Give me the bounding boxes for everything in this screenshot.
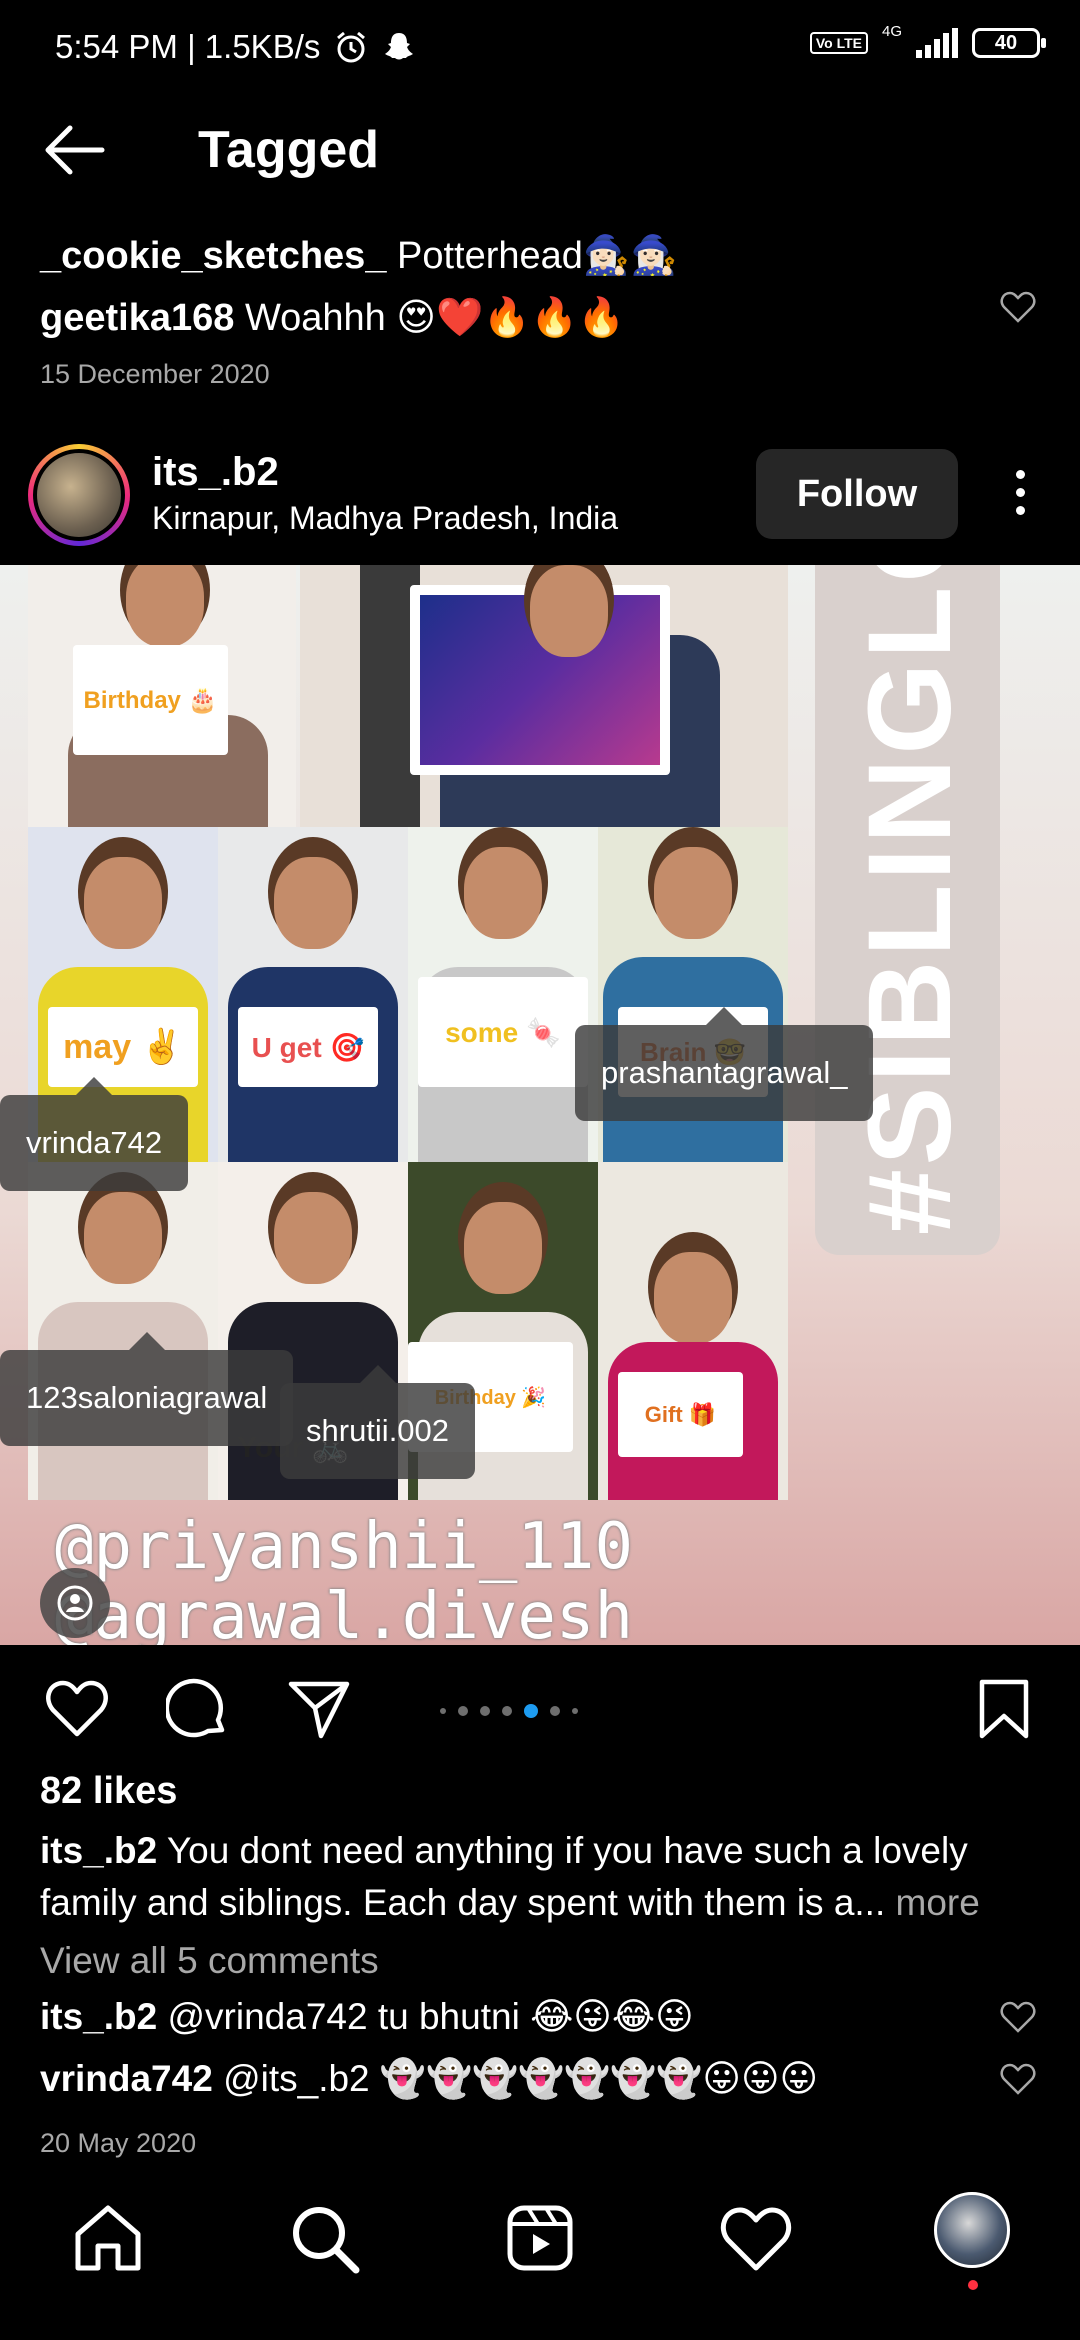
comment-icon[interactable] bbox=[166, 1678, 230, 1740]
reels-icon[interactable] bbox=[500, 2198, 580, 2278]
carousel-indicator bbox=[440, 1704, 578, 1718]
status-left: 5:54 PM | 1.5KB/s bbox=[55, 28, 416, 66]
collage-tile bbox=[28, 1162, 218, 1500]
collage-tile: U get 🎯 bbox=[218, 827, 408, 1162]
heart-icon[interactable] bbox=[45, 1678, 109, 1740]
collage-tile bbox=[300, 565, 788, 827]
tag-user-icon[interactable] bbox=[40, 1568, 110, 1638]
top-app-bar: Tagged bbox=[0, 110, 1080, 194]
comment-username[interactable]: vrinda742 bbox=[40, 2058, 213, 2099]
status-bar: 5:54 PM | 1.5KB/s Vo LTE 4G 40 bbox=[0, 0, 1080, 96]
caption-more-link[interactable]: more bbox=[896, 1882, 980, 1923]
collage-tile: some 🍬 bbox=[408, 827, 598, 1162]
status-time: 5:54 PM | 1.5KB/s bbox=[55, 28, 321, 65]
caption-username[interactable]: its_.b2 bbox=[40, 1830, 157, 1871]
post-location[interactable]: Kirnapur, Madhya Pradesh, India bbox=[152, 500, 618, 537]
image-sign: may ✌️ bbox=[48, 1007, 198, 1087]
network-type: 4G bbox=[881, 22, 902, 40]
battery-icon: 40 bbox=[972, 28, 1046, 58]
comment-like-heart-icon[interactable] bbox=[1000, 2000, 1036, 2034]
comment-row: vrinda742 @its_.b2 👻👻👻👻👻👻👻😛😛😛 bbox=[40, 2057, 818, 2101]
comment-username[interactable]: geetika168 bbox=[40, 297, 234, 339]
comment-row: geetika168 Woahhh 😍❤️🔥🔥🔥 bbox=[40, 287, 1040, 349]
signal-icon bbox=[916, 28, 958, 58]
back-arrow-icon[interactable] bbox=[40, 120, 110, 180]
post-date: 20 May 2020 bbox=[40, 2128, 197, 2158]
comment-text: Potterhead🧙🏻‍♀️🧙🏻‍♀️ bbox=[397, 235, 678, 277]
snapchat-icon bbox=[385, 33, 414, 60]
image-sign: U get 🎯 bbox=[238, 1007, 378, 1087]
post-action-bar bbox=[0, 1660, 1080, 1750]
user-tag[interactable]: shrutii.002 bbox=[280, 1365, 476, 1479]
likes-count[interactable]: 82 likes bbox=[40, 1770, 177, 1813]
comment-like-heart-icon[interactable] bbox=[1000, 290, 1036, 324]
comment-row: its_.b2 @vrinda742 tu bhutni 😂😜😂😜 bbox=[40, 1995, 694, 2038]
previous-post-comments: _cookie_sketches_ Potterhead🧙🏻‍♀️🧙🏻‍♀️ g… bbox=[40, 225, 1040, 390]
more-icon[interactable] bbox=[1000, 470, 1040, 520]
user-tag[interactable]: prashantagrawal_ bbox=[575, 1007, 874, 1121]
follow-button[interactable]: Follow bbox=[756, 449, 958, 539]
view-all-comments-link[interactable]: View all 5 comments bbox=[40, 1940, 379, 1982]
alarm-icon bbox=[337, 31, 366, 63]
post-caption[interactable]: its_.b2 You dont need anything if you ha… bbox=[40, 1825, 1050, 1929]
image-sign: Birthday 🎂 bbox=[73, 645, 228, 755]
comment-username[interactable]: its_.b2 bbox=[40, 1996, 157, 2037]
caption-text: You dont need anything if you have such … bbox=[40, 1830, 968, 1923]
comment-username[interactable]: _cookie_sketches_ bbox=[40, 235, 386, 277]
image-overlay-text: @agrawal.divesh bbox=[55, 1580, 633, 1645]
image-sign: Gift 🎁 bbox=[618, 1372, 743, 1457]
hashtag-text: #SIBLINGLO bbox=[844, 565, 976, 1235]
volte-badge: Vo LTE bbox=[809, 32, 868, 54]
avatar[interactable] bbox=[28, 444, 130, 546]
post-date: 15 December 2020 bbox=[40, 359, 270, 389]
notification-dot bbox=[968, 2280, 978, 2290]
home-icon[interactable] bbox=[68, 2198, 148, 2278]
user-tag[interactable]: 123saloniagrawal bbox=[0, 1332, 294, 1446]
activity-icon[interactable] bbox=[716, 2198, 796, 2278]
bookmark-icon[interactable] bbox=[972, 1678, 1036, 1740]
comment-text: @vrinda742 tu bhutni 😂😜😂😜 bbox=[167, 1996, 694, 2037]
image-overlay-text: @priyanshii_110 bbox=[55, 1510, 633, 1584]
image-sign: some 🍬 bbox=[418, 977, 588, 1087]
comment-text: Woahhh 😍❤️🔥🔥🔥 bbox=[244, 297, 626, 339]
comment-text: @its_.b2 👻👻👻👻👻👻👻😛😛😛 bbox=[223, 2058, 819, 2099]
post-username[interactable]: its_.b2 bbox=[152, 450, 279, 495]
battery-level: 40 bbox=[994, 32, 1018, 54]
bottom-navigation bbox=[0, 2180, 1080, 2340]
page-title: Tagged bbox=[198, 121, 380, 179]
user-tag[interactable]: vrinda742 bbox=[0, 1077, 189, 1191]
post-image[interactable]: Birthday 🎂 may ✌️ U get 🎯 some 🍬 Your Bi… bbox=[0, 565, 1080, 1645]
collage-tile: Gift 🎁 bbox=[598, 1162, 788, 1500]
collage-tile: Birthday 🎂 bbox=[28, 565, 296, 827]
post-header: its_.b2 Kirnapur, Madhya Pradesh, India … bbox=[0, 440, 1080, 565]
profile-avatar[interactable] bbox=[934, 2192, 1010, 2268]
share-icon[interactable] bbox=[287, 1678, 351, 1740]
status-right: Vo LTE 4G 40 bbox=[809, 23, 1046, 58]
search-icon[interactable] bbox=[284, 2198, 364, 2278]
comment-like-heart-icon[interactable] bbox=[1000, 2062, 1036, 2096]
comment-row: _cookie_sketches_ Potterhead🧙🏻‍♀️🧙🏻‍♀️ bbox=[40, 225, 1040, 287]
